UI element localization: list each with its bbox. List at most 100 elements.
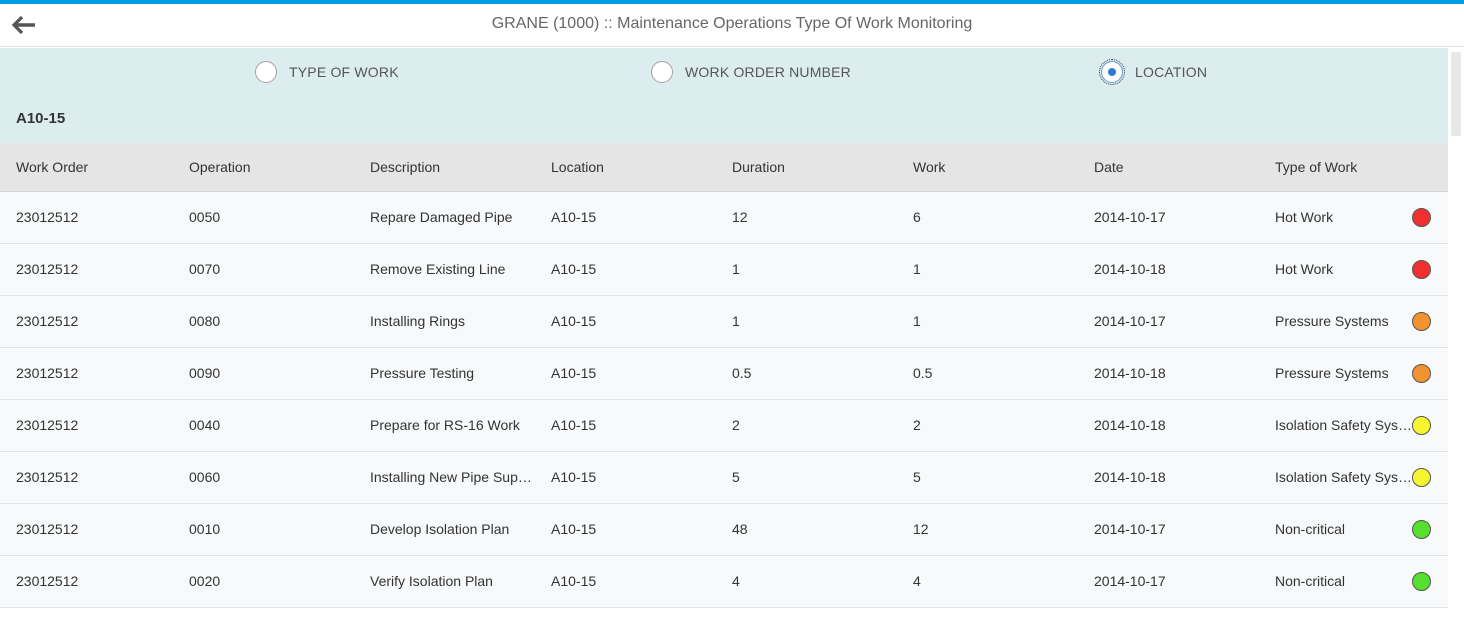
table-row[interactable]: 23012512 0090 Pressure Testing A10-15 0.5 0.5… [0, 348, 1448, 400]
column-header-duration[interactable]: Duration [732, 159, 892, 175]
status-indicator-icon [1412, 312, 1431, 331]
table-row[interactable]: 23012512 0040 Prepare for RS-16 Work A10-15… [0, 400, 1448, 452]
cell-work-order: 23012512 [16, 417, 79, 433]
cell-duration: 12 [732, 209, 748, 225]
cell-operation: 0050 [189, 209, 221, 225]
table-row[interactable]: 23012512 0080 Installing Rings A10-15 1 1 2014… [0, 296, 1448, 348]
column-header-work-order[interactable]: Work Order [16, 159, 176, 175]
table-body: 23012512 0050 Repare Damaged Pipe A10-15 12 6… [0, 192, 1448, 608]
group-title: A10-15 [16, 110, 66, 127]
status-indicator-icon [1412, 468, 1431, 487]
radio-button[interactable] [651, 61, 673, 83]
cell-work-order: 23012512 [16, 209, 79, 225]
radio-location[interactable]: LOCATION [1099, 59, 1208, 85]
cell-type-of-work: Isolation Safety Systems [1275, 417, 1412, 433]
column-header-date[interactable]: Date [1094, 159, 1254, 175]
cell-location: A10-15 [551, 573, 597, 589]
cell-date: 2014-10-18 [1094, 365, 1166, 381]
cell-description: Verify Isolation Plan [370, 573, 493, 589]
cell-work-order: 23012512 [16, 261, 79, 277]
page-header: GRANE (1000) :: Maintenance Operations T… [0, 4, 1464, 47]
cell-operation: 0070 [189, 261, 221, 277]
cell-description: Pressure Testing [370, 365, 475, 381]
cell-work: 12 [913, 521, 929, 537]
table-header: Work Order Operation Description Locatio… [0, 143, 1448, 192]
filter-bar: TYPE OF WORK WORK ORDER NUMBER LOCATION … [0, 48, 1448, 143]
cell-location: A10-15 [551, 521, 597, 537]
cell-type-of-work: Non-critical [1275, 521, 1346, 537]
cell-location: A10-15 [551, 261, 597, 277]
cell-duration: 1 [732, 261, 740, 277]
cell-work: 2 [913, 417, 921, 433]
cell-location: A10-15 [551, 417, 597, 433]
cell-description: Installing Rings [370, 313, 465, 329]
column-header-type-of-work[interactable]: Type of Work [1275, 159, 1412, 175]
radio-label: WORK ORDER NUMBER [685, 64, 851, 80]
cell-date: 2014-10-17 [1094, 209, 1166, 225]
cell-type-of-work: Isolation Safety Systems [1275, 469, 1412, 485]
table-row[interactable]: 23012512 0020 Verify Isolation Plan A10-15 4… [0, 556, 1448, 608]
column-header-location[interactable]: Location [551, 159, 711, 175]
cell-work-order: 23012512 [16, 573, 79, 589]
cell-location: A10-15 [551, 365, 597, 381]
radio-type-of-work[interactable]: TYPE OF WORK [255, 60, 399, 84]
radio-label: LOCATION [1135, 64, 1208, 80]
status-indicator-icon [1412, 208, 1431, 227]
cell-duration: 4 [732, 573, 740, 589]
cell-description: Prepare for RS-16 Work [370, 417, 520, 433]
cell-work: 0.5 [913, 365, 933, 381]
table-row[interactable]: 23012512 0050 Repare Damaged Pipe A10-15 12 6… [0, 192, 1448, 244]
cell-duration: 1 [732, 313, 740, 329]
vertical-scrollbar[interactable] [1448, 48, 1464, 619]
cell-work-order: 23012512 [16, 313, 79, 329]
cell-description: Develop Isolation Plan [370, 521, 510, 537]
column-header-work[interactable]: Work [913, 159, 1073, 175]
cell-work-order: 23012512 [16, 365, 79, 381]
cell-operation: 0020 [189, 573, 221, 589]
cell-work: 6 [913, 209, 921, 225]
cell-location: A10-15 [551, 469, 597, 485]
cell-type-of-work: Hot Work [1275, 209, 1334, 225]
scrollbar-thumb[interactable] [1451, 52, 1461, 136]
cell-description: Installing New Pipe Supports [370, 469, 534, 485]
cell-work: 5 [913, 469, 921, 485]
cell-duration: 0.5 [732, 365, 752, 381]
page-title: GRANE (1000) :: Maintenance Operations T… [491, 15, 973, 32]
operations-table: Work Order Operation Description Locatio… [0, 143, 1448, 608]
cell-date: 2014-10-17 [1094, 521, 1166, 537]
cell-date: 2014-10-17 [1094, 313, 1166, 329]
column-header-operation[interactable]: Operation [189, 159, 349, 175]
cell-type-of-work: Hot Work [1275, 261, 1334, 277]
cell-work: 1 [913, 261, 921, 277]
cell-operation: 0060 [189, 469, 221, 485]
cell-date: 2014-10-17 [1094, 573, 1166, 589]
cell-work-order: 23012512 [16, 521, 79, 537]
cell-type-of-work: Non-critical [1275, 573, 1346, 589]
status-indicator-icon [1412, 416, 1431, 435]
radio-work-order-number[interactable]: WORK ORDER NUMBER [651, 60, 851, 84]
radio-label: TYPE OF WORK [289, 64, 399, 80]
table-row[interactable]: 23012512 0070 Remove Existing Line A10-15 1 1… [0, 244, 1448, 296]
cell-operation: 0090 [189, 365, 221, 381]
cell-location: A10-15 [551, 313, 597, 329]
table-row[interactable]: 23012512 0060 Installing New Pipe Supports… [0, 452, 1448, 504]
cell-type-of-work: Pressure Systems [1275, 313, 1389, 329]
cell-operation: 0080 [189, 313, 221, 329]
column-header-description[interactable]: Description [370, 159, 534, 175]
radio-button-selected[interactable] [1099, 59, 1125, 85]
cell-type-of-work: Pressure Systems [1275, 365, 1389, 381]
cell-date: 2014-10-18 [1094, 261, 1166, 277]
radio-button[interactable] [255, 61, 277, 83]
cell-work-order: 23012512 [16, 469, 79, 485]
cell-date: 2014-10-18 [1094, 417, 1166, 433]
cell-duration: 48 [732, 521, 748, 537]
status-indicator-icon [1412, 260, 1431, 279]
table-row[interactable]: 23012512 0010 Develop Isolation Plan A10-15… [0, 504, 1448, 556]
cell-date: 2014-10-18 [1094, 469, 1166, 485]
cell-duration: 2 [732, 417, 740, 433]
cell-description: Repare Damaged Pipe [370, 209, 513, 225]
cell-location: A10-15 [551, 209, 597, 225]
cell-duration: 5 [732, 469, 740, 485]
cell-operation: 0040 [189, 417, 221, 433]
status-indicator-icon [1412, 364, 1431, 383]
